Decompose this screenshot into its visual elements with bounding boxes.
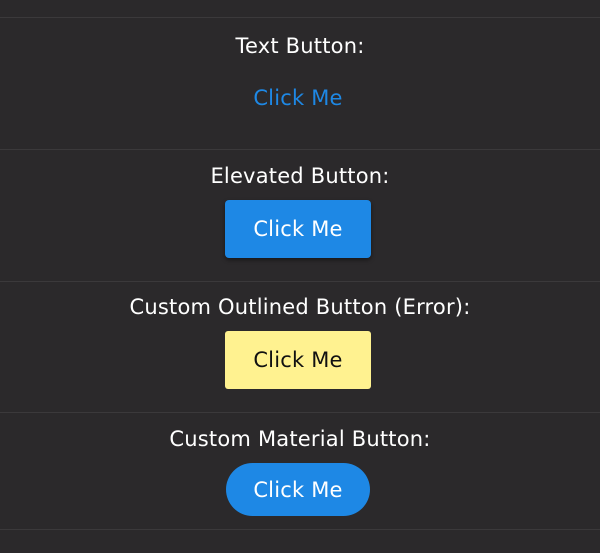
material-button[interactable]: Click Me [226, 463, 370, 516]
divider [0, 412, 600, 413]
divider [0, 17, 600, 18]
elevated-button-label: Elevated Button: [210, 164, 390, 188]
divider [0, 529, 600, 530]
divider [0, 149, 600, 150]
elevated-button[interactable]: Click Me [225, 200, 371, 258]
outlined-button-label: Custom Outlined Button (Error): [129, 295, 471, 319]
outlined-error-button[interactable]: Click Me [225, 331, 371, 389]
material-button-label: Custom Material Button: [169, 427, 431, 451]
button-demo-page: Text Button: Click Me Elevated Button: C… [0, 0, 600, 553]
text-button[interactable]: Click Me [230, 80, 366, 116]
divider [0, 281, 600, 282]
text-button-label: Text Button: [235, 34, 365, 58]
